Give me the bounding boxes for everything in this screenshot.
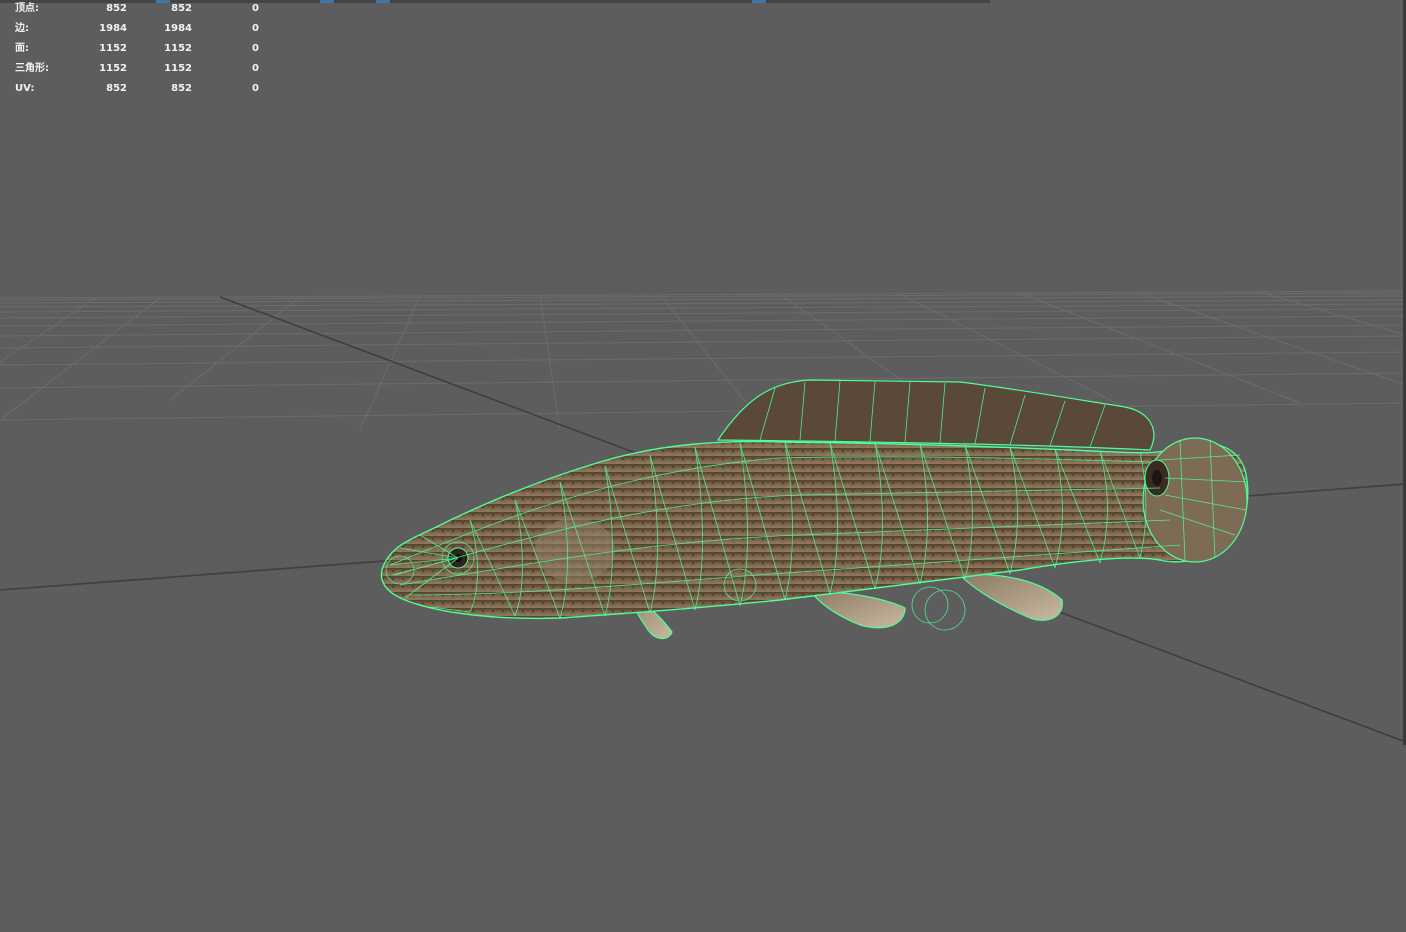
hud-value: 0 xyxy=(252,23,259,34)
hud-value: 1984 xyxy=(99,23,127,34)
hud-value: 1984 xyxy=(164,23,192,34)
hud-value: 0 xyxy=(252,3,259,14)
hud-row-vertices: 顶点: 852 852 0 xyxy=(0,2,270,16)
hud-label: 边: xyxy=(15,23,29,34)
hud-value: 852 xyxy=(106,83,127,94)
ground-grid xyxy=(0,290,1406,431)
hud-value: 852 xyxy=(106,3,127,14)
pelvic-fin[interactable] xyxy=(808,589,906,629)
hud-value: 1152 xyxy=(99,63,127,74)
hud-value: 1152 xyxy=(99,43,127,54)
hud-label: 三角形: xyxy=(15,63,49,74)
dorsal-fin[interactable] xyxy=(716,379,1155,451)
viewport-3d[interactable]: 顶点: 852 852 0 边: 1984 1984 0 面: 1152 115… xyxy=(0,0,1406,932)
viewport-canvas[interactable] xyxy=(0,0,1406,932)
hud-row-edges: 边: 1984 1984 0 xyxy=(0,22,270,36)
hud-label: UV: xyxy=(15,83,35,94)
fish-mesh[interactable] xyxy=(380,379,1249,640)
caudal-fin[interactable] xyxy=(1142,437,1248,563)
hud-label: 顶点: xyxy=(15,3,39,14)
hud-value: 852 xyxy=(171,3,192,14)
hud-row-uvs: UV: 852 852 0 xyxy=(0,82,270,96)
hud-value: 1152 xyxy=(164,43,192,54)
hud-value: 1152 xyxy=(164,63,192,74)
anal-fin[interactable] xyxy=(958,573,1063,621)
hud-row-faces: 面: 1152 1152 0 xyxy=(0,42,270,56)
hud-value: 0 xyxy=(252,83,259,94)
hud-label: 面: xyxy=(15,43,29,54)
hud-value: 0 xyxy=(252,43,259,54)
hud-value: 0 xyxy=(252,63,259,74)
hud-row-triangles: 三角形: 1152 1152 0 xyxy=(0,62,270,76)
hud-value: 852 xyxy=(171,83,192,94)
fish-body[interactable] xyxy=(380,440,1249,620)
